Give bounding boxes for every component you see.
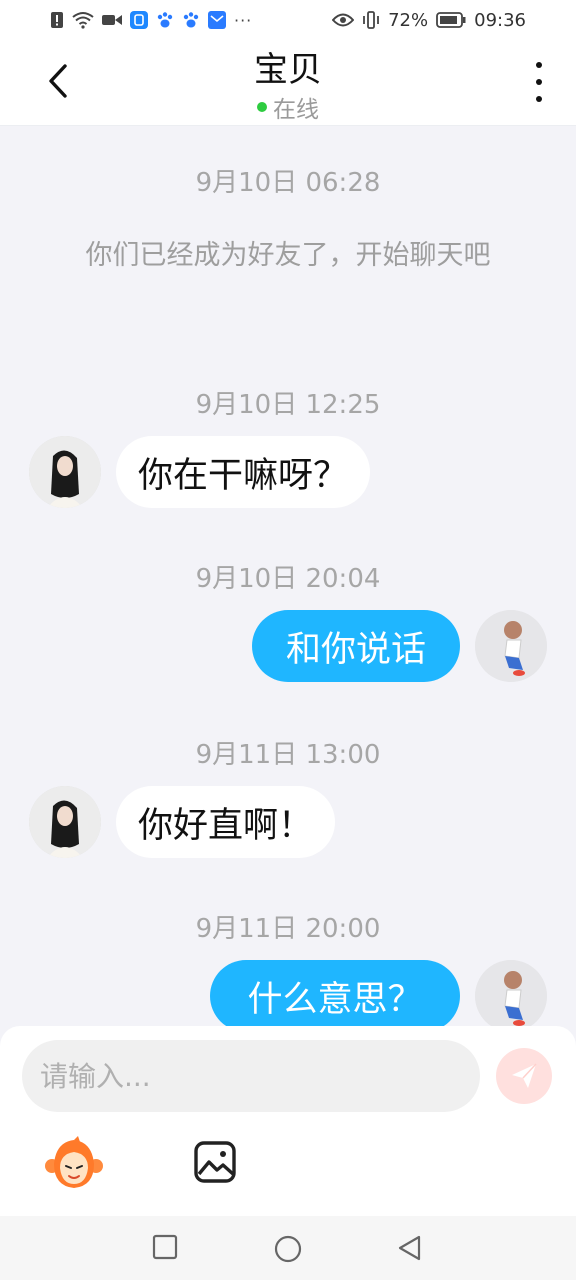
dot	[536, 62, 542, 68]
battery-percent: 72%	[388, 9, 429, 31]
emoji-button[interactable]	[44, 1136, 104, 1192]
overflow-indicator: ···	[234, 10, 253, 30]
more-options-button[interactable]	[532, 62, 546, 102]
contact-avatar[interactable]	[29, 436, 101, 508]
back-nav-button[interactable]	[396, 1234, 426, 1264]
message-timestamp: 9月11日 20:00	[195, 914, 381, 944]
circle-icon	[274, 1235, 302, 1263]
incoming-message-bubble[interactable]: 你好直啊！	[116, 786, 336, 858]
chat-header: 宝贝 在线	[0, 40, 576, 126]
incoming-message-bubble[interactable]: 你在干嘛呀？	[116, 436, 371, 508]
message-composer	[0, 1026, 576, 1216]
send-button[interactable]	[496, 1048, 552, 1104]
recent-apps-button[interactable]	[152, 1234, 182, 1264]
vibrate-icon	[362, 11, 380, 29]
triangle-back-icon	[398, 1235, 421, 1261]
outgoing-message-bubble[interactable]: 和你说话	[252, 610, 460, 682]
system-nav-bar	[0, 1216, 576, 1280]
wifi-icon	[72, 11, 94, 29]
message-input[interactable]	[22, 1040, 480, 1112]
message-timestamp: 9月10日 06:28	[195, 168, 381, 198]
app-icon	[130, 11, 148, 29]
home-button[interactable]	[273, 1234, 303, 1264]
dot	[536, 79, 542, 85]
online-status-label: 在线	[273, 97, 319, 123]
video-icon	[102, 13, 122, 27]
chat-message-list[interactable]: 9月10日 06:28 你们已经成为好友了，开始聊天吧 9月10日 12:25 …	[0, 126, 576, 1032]
status-bar: ··· 72% 09:36	[0, 0, 576, 40]
online-status: 在线	[0, 90, 576, 124]
send-icon	[512, 1063, 537, 1088]
square-icon	[152, 1234, 178, 1260]
message-timestamp: 9月10日 20:04	[195, 564, 381, 594]
my-avatar[interactable]	[475, 960, 547, 1032]
message-timestamp: 9月10日 12:25	[195, 390, 381, 420]
status-bar-right: 72% 09:36	[332, 10, 526, 31]
page-title: 宝贝	[254, 50, 322, 90]
monkey-emoji-icon	[45, 1136, 103, 1188]
battery-icon	[436, 12, 466, 28]
mail-icon	[208, 11, 226, 29]
eye-icon	[332, 13, 355, 27]
online-dot-icon	[257, 102, 267, 112]
status-bar-left: ···	[50, 11, 252, 30]
message-timestamp: 9月11日 13:00	[195, 740, 381, 770]
my-avatar[interactable]	[475, 610, 547, 682]
dot	[536, 96, 542, 102]
contact-avatar[interactable]	[29, 786, 101, 858]
image-picker-button[interactable]	[193, 1140, 237, 1184]
alert-icon	[50, 11, 64, 29]
image-icon	[194, 1141, 236, 1183]
outgoing-message-bubble[interactable]: 什么意思？	[210, 960, 460, 1032]
paw-icon	[156, 11, 174, 29]
paw-icon	[182, 11, 200, 29]
system-message: 你们已经成为好友了，开始聊天吧	[85, 240, 491, 271]
clock: 09:36	[474, 9, 526, 31]
